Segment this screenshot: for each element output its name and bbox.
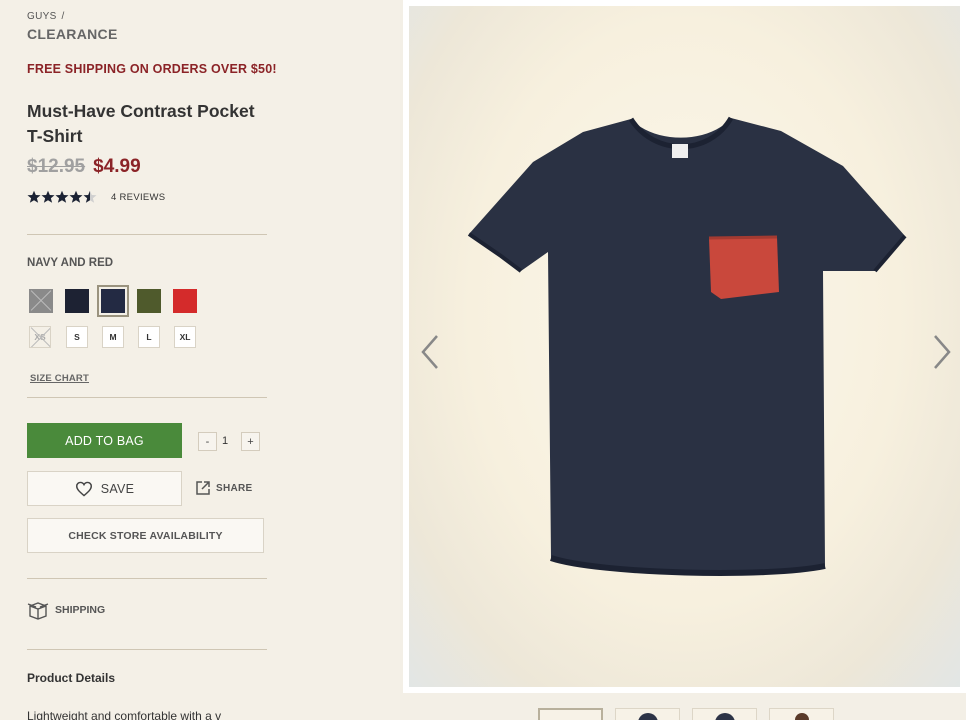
- check-store-availability-button[interactable]: CHECK STORE AVAILABILITY: [27, 518, 264, 553]
- star-icon: [55, 190, 69, 203]
- add-to-bag-button[interactable]: ADD TO BAG: [27, 423, 182, 458]
- size-option-xl[interactable]: XL: [174, 326, 196, 348]
- color-swatch-navy[interactable]: [65, 289, 89, 313]
- shipping-label: SHIPPING: [55, 604, 106, 616]
- size-option-s[interactable]: S: [66, 326, 88, 348]
- divider: [27, 578, 267, 579]
- product-image: [409, 6, 960, 687]
- breadcrumb-current-link[interactable]: CLEARANCE: [27, 26, 118, 42]
- product-title: Must-Have Contrast Pocket T-Shirt: [27, 101, 255, 146]
- reviews-link[interactable]: 4 REVIEWS: [111, 192, 165, 203]
- promo-banner: FREE SHIPPING ON ORDERS OVER $50!: [27, 62, 277, 76]
- selected-color-label: NAVY AND RED: [27, 257, 114, 269]
- size-option-l[interactable]: L: [138, 326, 160, 348]
- thumbnail-4[interactable]: [769, 708, 834, 720]
- original-price: $12.95: [27, 156, 86, 177]
- quantity-value[interactable]: 1: [222, 435, 228, 447]
- share-button[interactable]: SHARE: [195, 480, 253, 496]
- half-star-icon: [83, 190, 97, 203]
- size-chart-link[interactable]: SIZE CHART: [30, 373, 89, 384]
- color-swatch-olive[interactable]: [137, 289, 161, 313]
- thumbnail-1[interactable]: [538, 708, 603, 720]
- thumbnail-3[interactable]: [692, 708, 757, 720]
- quantity-decrease-button[interactable]: -: [198, 432, 217, 451]
- divider: [27, 234, 267, 235]
- previous-image-chevron-icon[interactable]: [419, 334, 441, 370]
- save-label: SAVE: [100, 481, 135, 496]
- quantity-increase-button[interactable]: +: [241, 432, 260, 451]
- box-icon: [27, 602, 49, 620]
- size-option-m[interactable]: M: [102, 326, 124, 348]
- color-swatch-heather-grey[interactable]: [29, 289, 53, 313]
- star-icon: [27, 190, 41, 203]
- share-label: SHARE: [216, 482, 253, 494]
- thumbnail-2[interactable]: [615, 708, 680, 720]
- share-icon: [196, 481, 210, 495]
- product-info-panel: GUYS / CLEARANCE FREE SHIPPING ON ORDERS …: [0, 0, 400, 720]
- heart-icon: [75, 481, 92, 497]
- product-details-heading: Product Details: [27, 671, 116, 685]
- color-swatch-navy-and-red[interactable]: [97, 285, 129, 317]
- size-option-xs[interactable]: XS: [29, 326, 51, 348]
- star-icon: [41, 190, 55, 203]
- tshirt-image: [467, 116, 907, 576]
- divider: [27, 397, 267, 398]
- color-swatch-red[interactable]: [173, 289, 197, 313]
- product-image-panel: [403, 0, 966, 693]
- star-icon: [69, 190, 83, 203]
- breadcrumb: GUYS /: [27, 11, 65, 22]
- breadcrumb-parent-link[interactable]: GUYS: [27, 11, 57, 22]
- divider: [27, 649, 267, 650]
- price-row: $12.95 $4.99: [27, 156, 141, 178]
- rating-row[interactable]: 4 REVIEWS: [27, 190, 165, 204]
- next-image-chevron-icon[interactable]: [931, 334, 953, 370]
- thumbnail-strip: [538, 708, 846, 720]
- sale-price: $4.99: [93, 156, 141, 177]
- shipping-section-toggle[interactable]: SHIPPING: [27, 600, 105, 620]
- product-details-text: Lightweight and comfortable with a v: [27, 709, 222, 720]
- breadcrumb-separator: /: [61, 11, 65, 22]
- save-button[interactable]: SAVE: [27, 471, 182, 506]
